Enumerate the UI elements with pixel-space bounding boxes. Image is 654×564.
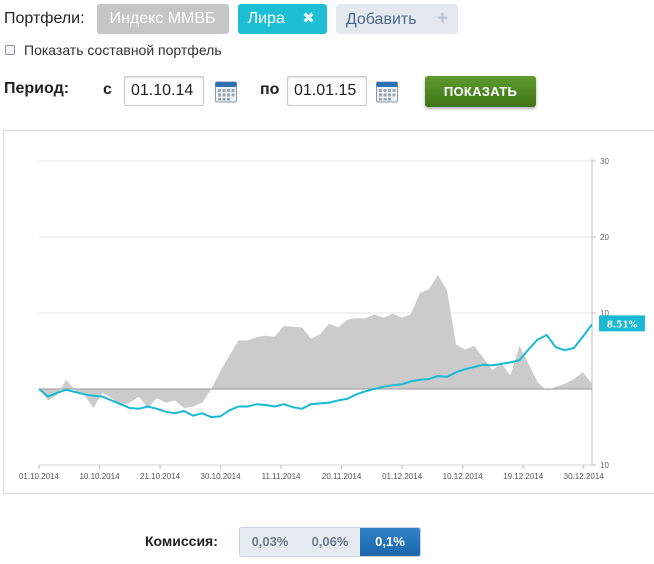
portfolio-chip-lira[interactable]: Лира ✖ bbox=[237, 4, 327, 34]
portfolio-chip-micex-index[interactable]: Индекс ММВБ bbox=[96, 4, 229, 34]
x-tick-label: 01.10.2014 bbox=[19, 472, 60, 481]
date-to-input[interactable] bbox=[287, 76, 367, 106]
commission-option-0-1[interactable]: 0,1% bbox=[360, 528, 420, 556]
commission-option-0-06[interactable]: 0,06% bbox=[300, 528, 360, 556]
y-tick-label: 20 bbox=[600, 233, 609, 242]
plus-icon: + bbox=[437, 8, 449, 29]
close-icon[interactable]: ✖ bbox=[302, 4, 315, 34]
y-tick-label: 10 bbox=[600, 461, 609, 470]
index-area bbox=[39, 275, 592, 408]
composite-portfolio-toggle[interactable]: Показать составной портфель bbox=[5, 42, 222, 58]
commission-selector: 0,03% 0,06% 0,1% bbox=[239, 527, 421, 557]
commission-label: Комиссия: bbox=[145, 533, 218, 549]
show-button[interactable]: ПОКАЗАТЬ bbox=[425, 76, 536, 107]
portfolios-row: Портфели: Индекс ММВБ Лира ✖ Добавить + bbox=[4, 4, 467, 34]
x-tick-label: 10.12.2014 bbox=[443, 472, 484, 481]
period-to-label: по bbox=[260, 81, 280, 98]
period-from-label: с bbox=[103, 81, 112, 98]
portfolio-chip-label: Индекс ММВБ bbox=[109, 10, 216, 27]
performance-chart: 3020101001.10.2014 10.10.2014 21.10.2014 30… bbox=[19, 157, 645, 481]
y-tick-label: 30 bbox=[600, 157, 609, 166]
x-tick-label: 19.12.2014 bbox=[503, 472, 544, 481]
x-tick-label: 11.11.2014 bbox=[262, 472, 301, 481]
composite-portfolio-checkbox[interactable] bbox=[5, 45, 15, 55]
calendar-icon[interactable] bbox=[376, 81, 398, 103]
date-from-input[interactable] bbox=[124, 76, 204, 106]
portfolios-label: Портфели: bbox=[4, 10, 85, 27]
commission-row: Комиссия: 0,03% 0,06% 0,1% bbox=[0, 527, 654, 557]
x-tick-label: 01.12.2014 bbox=[382, 472, 423, 481]
chart-panel: 30 20 10 10 01.10.2014 10.10.2014 21.10.2014 30… bbox=[3, 130, 654, 494]
portfolio-chip-label: Лира bbox=[247, 10, 285, 27]
composite-portfolio-label: Показать составной портфель bbox=[24, 42, 222, 58]
x-tick-label: 10.10.2014 bbox=[79, 472, 120, 481]
x-tick-label: 21.10.2014 bbox=[140, 472, 181, 481]
commission-option-0-03[interactable]: 0,03% bbox=[240, 528, 300, 556]
x-tick-label: 20.11.2014 bbox=[322, 472, 362, 481]
period-label: Период: bbox=[4, 80, 70, 97]
end-value-label: 8.51% bbox=[607, 320, 638, 330]
add-portfolio-label: Добавить bbox=[345, 11, 417, 28]
x-tick-label: 30.12.2014 bbox=[564, 472, 605, 481]
period-row: Период: с по ПОКАЗАТЬ bbox=[4, 76, 564, 108]
calendar-icon[interactable] bbox=[215, 81, 237, 103]
add-portfolio-button[interactable]: Добавить + bbox=[335, 4, 459, 34]
x-tick-label: 30.10.2014 bbox=[201, 472, 242, 481]
